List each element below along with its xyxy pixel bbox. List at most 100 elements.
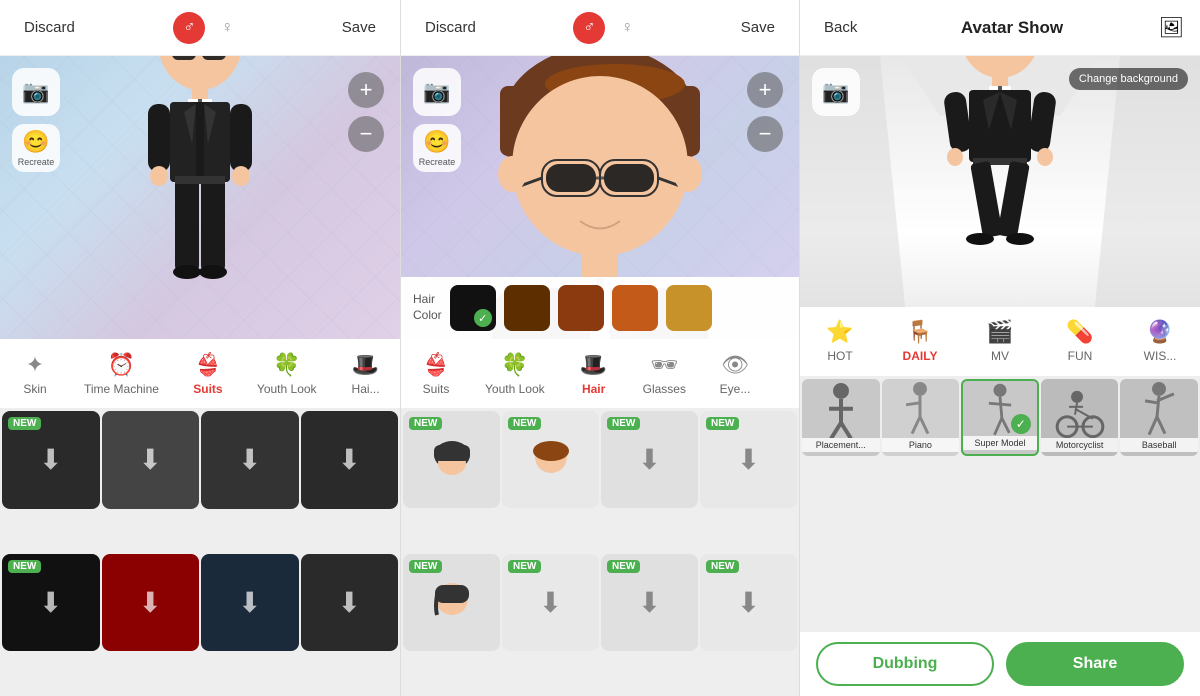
right-tab-wis[interactable]: 🔮 WIS... xyxy=(1120,307,1200,376)
piano-label: Piano xyxy=(882,438,960,452)
photo-export-icon[interactable]: 🖼 xyxy=(1159,15,1184,40)
left-category-tabs: ✦ Skin ⏰ Time Machine 👙 Suits 🍀 Youth Lo… xyxy=(0,339,400,409)
gender-male-icon[interactable]: ♂ xyxy=(173,12,205,44)
mid-tab-hair[interactable]: 🎩 Hair xyxy=(559,339,629,408)
left-item-7[interactable]: ⬇ xyxy=(301,554,399,652)
mid-glasses-icon: 🕶 xyxy=(650,352,678,378)
change-background-button[interactable]: Change background xyxy=(1069,68,1188,90)
suits-label: Suits xyxy=(193,382,222,396)
mid-new-5: NEW xyxy=(508,560,541,573)
mid-gender-female-icon[interactable]: ♀ xyxy=(611,12,643,44)
mid-avatar-canvas: 📷 😊 Recreate xyxy=(401,56,799,339)
dubbing-button[interactable]: Dubbing xyxy=(816,642,994,686)
mid-item-4[interactable]: NEW xyxy=(403,554,500,651)
mid-suits-icon: 👙 xyxy=(422,352,449,378)
mid-item-5[interactable]: NEW ⬇ xyxy=(502,554,599,651)
gender-selector: ♂ ♀ xyxy=(173,12,243,44)
recreate-button[interactable]: 😊 Recreate xyxy=(12,124,60,172)
bottom-actions: Dubbing Share xyxy=(800,631,1200,696)
mid-camera-button[interactable]: 📷 xyxy=(413,68,461,116)
mid-discard-button[interactable]: Discard xyxy=(417,15,484,40)
right-avatar-canvas: Change background 📷 xyxy=(800,56,1200,307)
new-badge-4: NEW xyxy=(8,560,41,573)
mid-item-3[interactable]: NEW ⬇ xyxy=(700,411,797,508)
right-item-placement[interactable]: Placement... xyxy=(802,379,880,457)
color-blonde[interactable] xyxy=(666,285,712,331)
right-camera-icon: 📷 xyxy=(822,79,849,105)
left-save-button[interactable]: Save xyxy=(334,15,384,40)
mid-zoom-out-button[interactable]: − xyxy=(747,116,783,152)
mid-gender-male-icon[interactable]: ♂ xyxy=(573,12,605,44)
right-item-motorcyclist[interactable]: Motorcyclist xyxy=(1041,379,1119,457)
mid-dl-2: ⬇ xyxy=(638,443,661,476)
mid-topbar: Discard ♂ ♀ Save xyxy=(401,0,799,56)
placement-label: Placement... xyxy=(802,438,880,452)
left-panel: Discard ♂ ♀ Save 📷 😊 Recreate xyxy=(0,0,400,696)
left-item-2[interactable]: ⬇ xyxy=(201,411,299,509)
tab-hair-left[interactable]: 🎩 Hai... xyxy=(331,339,400,408)
share-button[interactable]: Share xyxy=(1006,642,1184,686)
mid-item-1[interactable]: NEW xyxy=(502,411,599,508)
color-brown[interactable] xyxy=(558,285,604,331)
daily-label: DAILY xyxy=(903,349,938,363)
mid-save-button[interactable]: Save xyxy=(733,15,783,40)
color-black[interactable]: ✓ xyxy=(450,285,496,331)
right-category-tabs: ⭐ HOT 🪑 DAILY 🎬 MV 💊 FUN 🔮 WIS... xyxy=(800,307,1200,377)
right-tab-fun[interactable]: 💊 FUN xyxy=(1040,307,1120,376)
zoom-in-button[interactable]: + xyxy=(348,72,384,108)
daily-icon: 🪑 xyxy=(906,319,933,345)
right-title: Avatar Show xyxy=(961,18,1063,38)
tab-skin[interactable]: ✦ Skin xyxy=(0,339,70,408)
mid-panel: Discard ♂ ♀ Save 📷 😊 Recreate xyxy=(400,0,800,696)
wis-icon: 🔮 xyxy=(1146,319,1173,345)
mid-new-3: NEW xyxy=(706,417,739,430)
mid-item-0[interactable]: NEW xyxy=(403,411,500,508)
download-icon-3: ⬇ xyxy=(338,443,361,476)
left-tool-buttons: 📷 😊 Recreate xyxy=(12,68,60,172)
time-label: Time Machine xyxy=(84,382,159,396)
left-item-4[interactable]: NEW ⬇ xyxy=(2,554,100,652)
baseball-pose-icon xyxy=(1139,379,1179,439)
right-back-button[interactable]: Back xyxy=(816,15,865,40)
mid-recreate-button[interactable]: 😊 Recreate xyxy=(413,124,461,172)
camera-icon: 📷 xyxy=(22,79,49,105)
left-discard-button[interactable]: Discard xyxy=(16,15,83,40)
right-tab-daily[interactable]: 🪑 DAILY xyxy=(880,307,960,376)
right-item-piano[interactable]: Piano xyxy=(882,379,960,457)
left-item-1[interactable]: ⬇ xyxy=(102,411,200,509)
tab-suits[interactable]: 👙 Suits xyxy=(173,339,243,408)
color-darkbrown[interactable] xyxy=(504,285,550,331)
mid-item-6[interactable]: NEW ⬇ xyxy=(601,554,698,651)
tab-youth-look-left[interactable]: 🍀 Youth Look xyxy=(243,339,331,408)
hair-color-label: Hair Color xyxy=(413,292,442,323)
left-items-grid: NEW ⬇ ⬇ ⬇ ⬇ NEW ⬇ ⬇ ⬇ ⬇ xyxy=(0,409,400,696)
mid-zoom-in-button[interactable]: + xyxy=(747,72,783,108)
wis-label: WIS... xyxy=(1144,349,1177,363)
left-item-6[interactable]: ⬇ xyxy=(201,554,299,652)
left-item-3[interactable]: ⬇ xyxy=(301,411,399,509)
color-auburn[interactable] xyxy=(612,285,658,331)
mid-tab-glasses[interactable]: 🕶 Glasses xyxy=(629,339,700,408)
mid-glasses-label: Glasses xyxy=(643,382,686,396)
left-avatar-svg xyxy=(120,56,280,324)
left-item-0[interactable]: NEW ⬇ xyxy=(2,411,100,509)
right-tab-hot[interactable]: ⭐ HOT xyxy=(800,307,880,376)
zoom-out-button[interactable]: − xyxy=(348,116,384,152)
mid-tab-eye[interactable]: 👁 Eye... xyxy=(700,339,770,408)
mid-tab-suits[interactable]: 👙 Suits xyxy=(401,339,471,408)
gender-female-icon[interactable]: ♀ xyxy=(211,12,243,44)
mid-hair-label: Hair xyxy=(582,382,605,396)
mid-item-2[interactable]: NEW ⬇ xyxy=(601,411,698,508)
right-tab-mv[interactable]: 🎬 MV xyxy=(960,307,1040,376)
tab-time-machine[interactable]: ⏰ Time Machine xyxy=(70,339,173,408)
camera-button[interactable]: 📷 xyxy=(12,68,60,116)
download-icon-4: ⬇ xyxy=(39,586,62,619)
right-item-baseball[interactable]: Baseball xyxy=(1120,379,1198,457)
right-panel: Back Avatar Show 🖼 Change background 📷 xyxy=(800,0,1200,696)
right-item-supermodel[interactable]: ✓ Super Model xyxy=(961,379,1039,457)
left-item-5[interactable]: ⬇ xyxy=(102,554,200,652)
mid-item-7[interactable]: NEW ⬇ xyxy=(700,554,797,651)
right-camera-button[interactable]: 📷 xyxy=(812,68,860,116)
mid-tool-buttons: 📷 😊 Recreate xyxy=(413,68,461,172)
mid-tab-youth[interactable]: 🍀 Youth Look xyxy=(471,339,559,408)
